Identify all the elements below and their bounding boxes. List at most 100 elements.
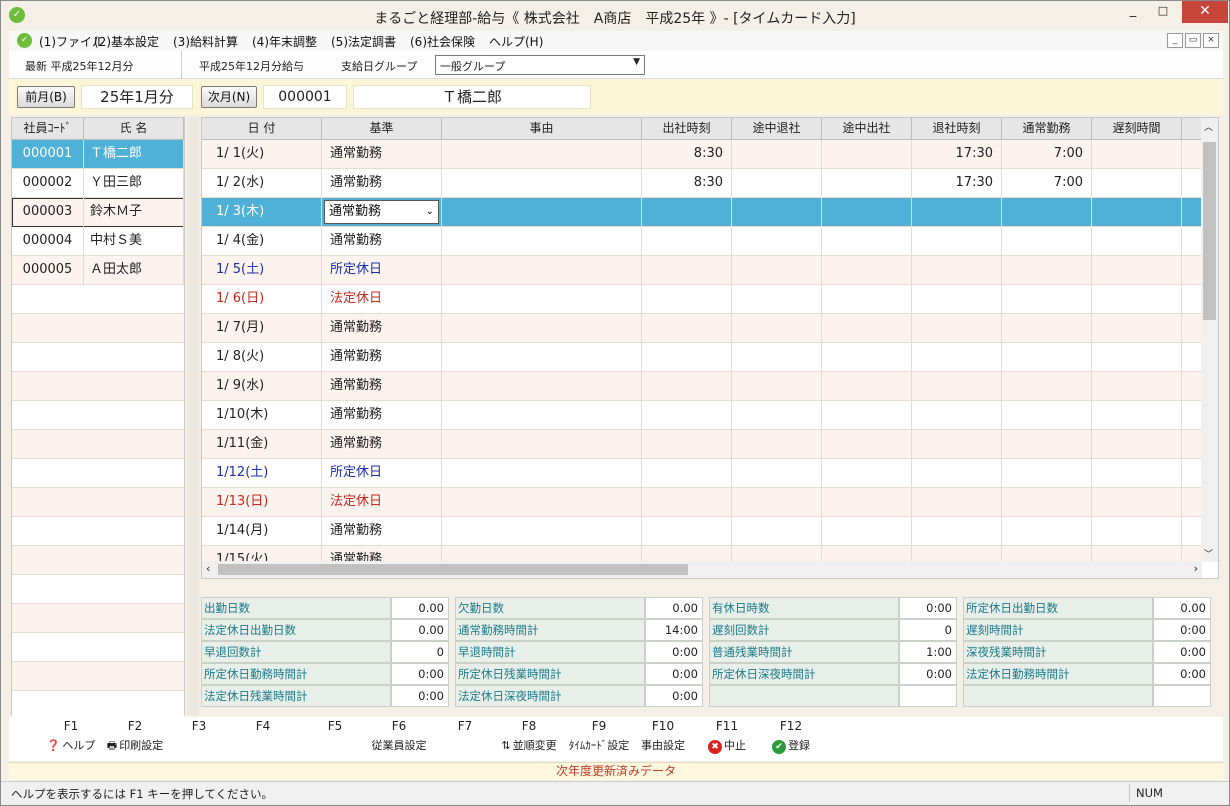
late-time-cell[interactable]: [1092, 430, 1182, 459]
clock-in-cell[interactable]: [642, 430, 732, 459]
late-time-cell[interactable]: [1092, 459, 1182, 488]
mid-return-cell[interactable]: [822, 401, 912, 430]
fkey-f3-button[interactable]: F3: [167, 719, 231, 759]
scroll-right-icon[interactable]: ›: [1194, 562, 1198, 575]
employee-code-field[interactable]: 000001: [263, 85, 347, 109]
menu-social-insurance[interactable]: (6)社会保険: [410, 33, 475, 50]
column-header-clock-out[interactable]: 退社時刻: [912, 118, 1002, 140]
employee-row[interactable]: 000004 中村Ｓ美: [12, 227, 184, 256]
column-header-mid-return[interactable]: 途中出社: [822, 118, 912, 140]
reason-cell[interactable]: [442, 314, 642, 343]
late-time-cell[interactable]: [1092, 140, 1182, 169]
horizontal-scrollbar[interactable]: › ‹: [202, 561, 1202, 578]
timecard-row[interactable]: 1/ 2(水) 通常勤務 8:30 17:30 7:00: [202, 169, 1202, 198]
fkey-f4-button[interactable]: F4: [231, 719, 295, 759]
scroll-left-icon[interactable]: ‹: [206, 562, 210, 575]
normal-hours-cell[interactable]: 7:00: [1002, 140, 1092, 169]
menu-help[interactable]: ヘルプ(H): [489, 33, 543, 50]
timecard-row[interactable]: 1/ 1(火) 通常勤務 8:30 17:30 7:00: [202, 140, 1202, 169]
normal-hours-cell[interactable]: [1002, 343, 1092, 372]
normal-hours-cell[interactable]: [1002, 459, 1092, 488]
prev-month-button[interactable]: 前月(B): [17, 86, 75, 108]
clock-in-cell[interactable]: [642, 198, 732, 227]
menu-legal-reports[interactable]: (5)法定調書: [331, 33, 396, 50]
clock-in-cell[interactable]: [642, 517, 732, 546]
clock-out-cell[interactable]: [912, 343, 1002, 372]
mid-return-cell[interactable]: [822, 256, 912, 285]
column-header-type[interactable]: 基準: [322, 118, 442, 140]
fkey-f6-button[interactable]: F6 従業員設定: [367, 719, 431, 759]
clock-out-cell[interactable]: [912, 285, 1002, 314]
timecard-row[interactable]: 1/13(日) 法定休日: [202, 488, 1202, 517]
fkey-f5-button[interactable]: F5: [303, 719, 367, 759]
employee-row[interactable]: 000002 Ｙ田三郎: [12, 169, 184, 198]
normal-hours-cell[interactable]: [1002, 227, 1092, 256]
clock-in-cell[interactable]: 8:30: [642, 169, 732, 198]
timecard-row[interactable]: 1/ 5(土) 所定休日: [202, 256, 1202, 285]
type-cell[interactable]: 所定休日: [322, 256, 442, 285]
maximize-button[interactable]: □: [1149, 1, 1177, 23]
mid-return-cell[interactable]: [822, 140, 912, 169]
clock-in-cell[interactable]: [642, 256, 732, 285]
close-button[interactable]: ✕: [1182, 1, 1228, 23]
late-time-cell[interactable]: [1092, 285, 1182, 314]
late-time-cell[interactable]: [1092, 169, 1182, 198]
reason-cell[interactable]: [442, 169, 642, 198]
mid-return-cell[interactable]: [822, 488, 912, 517]
menu-year-end[interactable]: (4)年末調整: [252, 33, 317, 50]
clock-out-cell[interactable]: [912, 517, 1002, 546]
mid-return-cell[interactable]: [822, 314, 912, 343]
clock-in-cell[interactable]: [642, 459, 732, 488]
mdi-close-button[interactable]: ×: [1203, 33, 1219, 48]
employee-row[interactable]: 000003 鈴木Ｍ子: [12, 198, 184, 227]
normal-hours-cell[interactable]: [1002, 488, 1092, 517]
mid-return-cell[interactable]: [822, 169, 912, 198]
column-header-late-time[interactable]: 遅刻時間: [1092, 118, 1182, 140]
timecard-row[interactable]: 1/12(土) 所定休日: [202, 459, 1202, 488]
mid-leave-cell[interactable]: [732, 198, 822, 227]
type-cell[interactable]: 通常勤務: [322, 314, 442, 343]
clock-out-cell[interactable]: [912, 227, 1002, 256]
clock-out-cell[interactable]: [912, 488, 1002, 517]
type-cell[interactable]: 通常勤務: [322, 372, 442, 401]
normal-hours-cell[interactable]: [1002, 430, 1092, 459]
clock-in-cell[interactable]: [642, 488, 732, 517]
clock-out-cell[interactable]: [912, 372, 1002, 401]
mid-leave-cell[interactable]: [732, 401, 822, 430]
menu-basic-settings[interactable]: (2)基本設定: [94, 33, 159, 50]
vertical-scroll-thumb[interactable]: [1203, 142, 1216, 320]
reason-cell[interactable]: [442, 256, 642, 285]
normal-hours-cell[interactable]: 7:00: [1002, 169, 1092, 198]
clock-out-cell[interactable]: [912, 459, 1002, 488]
timecard-row[interactable]: 1/ 6(日) 法定休日: [202, 285, 1202, 314]
menu-logo-icon[interactable]: ✓: [17, 33, 32, 48]
type-cell[interactable]: 通常勤務: [322, 169, 442, 198]
reason-cell[interactable]: [442, 140, 642, 169]
mid-return-cell[interactable]: [822, 227, 912, 256]
next-month-button[interactable]: 次月(N): [201, 86, 257, 108]
clock-in-cell[interactable]: [642, 314, 732, 343]
mid-leave-cell[interactable]: [732, 517, 822, 546]
mid-leave-cell[interactable]: [732, 372, 822, 401]
pay-group-select[interactable]: 一般グループ ▼: [435, 55, 645, 75]
horizontal-scroll-thumb[interactable]: [218, 564, 688, 575]
clock-in-cell[interactable]: [642, 401, 732, 430]
mid-return-cell[interactable]: [822, 372, 912, 401]
late-time-cell[interactable]: [1092, 517, 1182, 546]
clock-out-cell[interactable]: 17:30: [912, 140, 1002, 169]
column-header-date[interactable]: 日 付: [202, 118, 322, 140]
mdi-minimize-button[interactable]: _: [1167, 33, 1183, 48]
normal-hours-cell[interactable]: [1002, 198, 1092, 227]
reason-cell[interactable]: [442, 285, 642, 314]
mid-return-cell[interactable]: [822, 459, 912, 488]
type-cell[interactable]: 法定休日: [322, 488, 442, 517]
clock-in-cell[interactable]: [642, 227, 732, 256]
normal-hours-cell[interactable]: [1002, 372, 1092, 401]
fkey-f7-button[interactable]: F7: [433, 719, 497, 759]
fkey-f12-button[interactable]: F12 ✔ 登録: [759, 719, 823, 759]
mid-leave-cell[interactable]: [732, 430, 822, 459]
vertical-scrollbar[interactable]: ︿ ﹀: [1201, 118, 1218, 562]
fkey-f11-button[interactable]: F11 ✖ 中止: [695, 719, 759, 759]
column-header-normal-hours[interactable]: 通常勤務: [1002, 118, 1092, 140]
type-cell[interactable]: 法定休日: [322, 285, 442, 314]
